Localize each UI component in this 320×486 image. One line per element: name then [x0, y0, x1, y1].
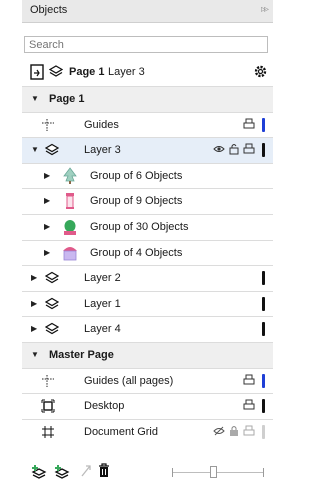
group-thumbnail-icon: [63, 246, 77, 260]
layer3-label: Layer 3: [84, 144, 121, 157]
desktop-icon: [41, 399, 55, 413]
expanded-arrow-icon[interactable]: ▼: [31, 145, 39, 154]
guides-all-label: Guides (all pages): [84, 374, 174, 387]
eye-hidden-icon[interactable]: [213, 425, 225, 437]
layer-icon: [45, 297, 59, 310]
slider-tick: [172, 468, 173, 477]
layer2-label: Layer 2: [84, 272, 121, 285]
thumbnail-size-slider-handle[interactable]: [210, 466, 217, 478]
layer-color-swatch[interactable]: [262, 296, 265, 311]
layer-color-swatch[interactable]: [262, 424, 265, 439]
collapsed-arrow-icon[interactable]: ▶: [44, 248, 50, 257]
lock-icon[interactable]: [228, 425, 240, 437]
printer-icon[interactable]: [243, 143, 255, 155]
new-layer-icon[interactable]: [31, 464, 47, 479]
guides-label: Guides: [84, 118, 119, 131]
collapsed-arrow-icon[interactable]: ▶: [31, 324, 37, 333]
group-label: Group of 30 Objects: [90, 220, 189, 233]
master-page-label: Master Page: [49, 348, 114, 361]
collapsed-arrow-icon[interactable]: ▶: [44, 171, 50, 180]
grid-icon: [42, 425, 54, 438]
tree-row-group-6[interactable]: ▶ Group of 6 Objects: [22, 162, 273, 189]
layer-icon: [45, 143, 59, 156]
page1-label: Page 1: [49, 93, 85, 105]
printer-icon[interactable]: [243, 374, 255, 386]
printer-icon[interactable]: [243, 118, 255, 130]
move-to-layer-icon[interactable]: [80, 464, 92, 478]
group-label: Group of 9 Objects: [90, 195, 183, 208]
page-switch-icon[interactable]: [30, 64, 44, 80]
layer-icon: [45, 271, 59, 284]
tree-row-group-30[interactable]: ▶ Group of 30 Objects: [22, 213, 273, 240]
tree-row-group-4[interactable]: ▶ Group of 4 Objects: [22, 239, 273, 266]
group-thumbnail-icon: [66, 193, 74, 210]
group-thumbnail-icon: [63, 167, 77, 184]
bottom-toolbar: [22, 460, 273, 486]
tree-row-guides[interactable]: Guides: [22, 111, 273, 138]
layer-icon: [45, 323, 59, 335]
layer-color-swatch[interactable]: [262, 117, 265, 132]
tree-row-guides-all[interactable]: Guides (all pages): [22, 367, 273, 394]
expanded-arrow-icon[interactable]: ▼: [31, 350, 39, 359]
collapsed-arrow-icon[interactable]: ▶: [44, 196, 50, 205]
layer4-label: Layer 4: [84, 323, 121, 336]
tree-row-layer3[interactable]: ▼ Layer 3: [22, 137, 273, 163]
tree-row-document-grid[interactable]: Document Grid: [22, 418, 273, 445]
guides-icon: [42, 374, 54, 387]
eye-icon[interactable]: [213, 143, 225, 155]
objects-panel: Objects ▹▹ Page 1 Layer 3 ▼ Page 1 Guide: [22, 0, 273, 486]
expanded-arrow-icon[interactable]: ▼: [31, 94, 39, 103]
layer1-label: Layer 1: [84, 297, 121, 310]
panel-title-bar: Objects ▹▹: [22, 0, 273, 23]
layer-color-swatch[interactable]: [262, 399, 265, 414]
layer-color-swatch[interactable]: [262, 271, 265, 286]
trash-icon[interactable]: [98, 463, 110, 478]
printer-icon[interactable]: [243, 399, 255, 411]
group-label: Group of 4 Objects: [90, 246, 183, 259]
panel-title: Objects: [30, 4, 68, 16]
tree-row-layer4[interactable]: ▶ Layer 4: [22, 316, 273, 342]
document-grid-label: Document Grid: [84, 425, 158, 438]
layers-stack-icon[interactable]: [49, 65, 63, 78]
current-page-label: Page 1: [69, 66, 105, 78]
layer-color-swatch[interactable]: [262, 143, 265, 158]
group-thumbnail-icon: [64, 219, 76, 235]
collapsed-arrow-icon[interactable]: ▶: [31, 273, 37, 282]
printer-icon[interactable]: [243, 425, 255, 437]
tree-row-layer2[interactable]: ▶ Layer 2: [22, 265, 273, 291]
panel-toolbar: Page 1 Layer 3: [22, 58, 273, 86]
layer-color-swatch[interactable]: [262, 373, 265, 388]
tree-row-group-9[interactable]: ▶ Group of 9 Objects: [22, 188, 273, 214]
tree-row-layer1[interactable]: ▶ Layer 1: [22, 290, 273, 317]
guides-icon: [42, 118, 54, 131]
layer-color-swatch[interactable]: [262, 322, 265, 337]
desktop-label: Desktop: [84, 400, 125, 413]
unlock-icon[interactable]: [228, 143, 240, 155]
slider-tick: [263, 468, 264, 477]
collapsed-arrow-icon[interactable]: ▶: [31, 299, 37, 308]
thumbnail-size-slider-track[interactable]: [172, 472, 264, 473]
object-tree: ▼ Page 1 Guides ▼ Layer 3 ▶ Group of 6 O…: [22, 86, 273, 444]
expand-panel-icon[interactable]: ▹▹: [261, 4, 269, 15]
collapsed-arrow-icon[interactable]: ▶: [44, 222, 50, 231]
group-label: Group of 6 Objects: [90, 169, 183, 182]
new-master-layer-icon[interactable]: [54, 464, 70, 479]
search-input[interactable]: [24, 36, 268, 53]
tree-row-desktop[interactable]: Desktop: [22, 393, 273, 419]
current-layer-label: Layer 3: [108, 66, 145, 78]
tree-row-master-page[interactable]: ▼ Master Page: [22, 341, 273, 368]
gear-icon[interactable]: [253, 64, 268, 79]
tree-row-page1[interactable]: ▼ Page 1: [22, 86, 273, 112]
